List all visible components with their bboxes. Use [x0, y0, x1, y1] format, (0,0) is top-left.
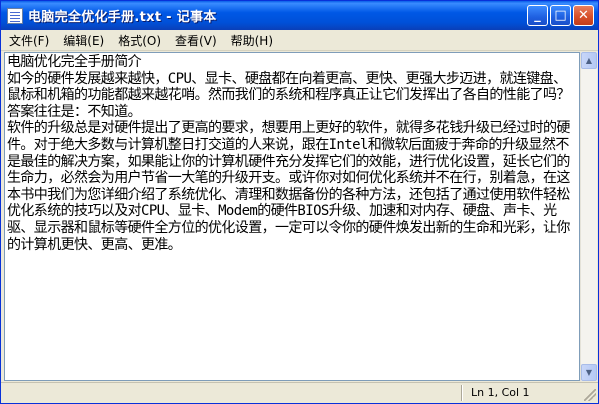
menu-view[interactable]: 查看(V): [169, 32, 223, 49]
vertical-scrollbar[interactable]: ▲ ▼: [580, 52, 597, 381]
scroll-up-icon[interactable]: ▲: [581, 52, 597, 69]
document-text[interactable]: 电脑优化完全手册简介 如今的硬件发展越来越快，CPU、显卡、硬盘都在向着更高、更…: [5, 53, 579, 254]
menu-edit[interactable]: 编辑(E): [57, 32, 110, 49]
menu-help[interactable]: 帮助(H): [225, 32, 279, 49]
cursor-position: Ln 1, Col 1: [471, 386, 530, 399]
title-bar[interactable]: 电脑完全优化手册.txt - 记事本 _ □ ✕: [1, 1, 598, 30]
close-button[interactable]: ✕: [573, 5, 594, 26]
window-title: 电脑完全优化手册.txt - 记事本: [28, 10, 217, 25]
status-divider: [461, 385, 462, 401]
status-bar: Ln 1, Col 1: [1, 382, 598, 403]
menu-file[interactable]: 文件(F): [3, 32, 55, 49]
notepad-window: 电脑完全优化手册.txt - 记事本 _ □ ✕ 文件(F) 编辑(E) 格式(…: [0, 0, 599, 404]
window-controls: _ □ ✕: [527, 5, 594, 26]
notepad-icon[interactable]: [7, 7, 23, 24]
menu-format[interactable]: 格式(O): [112, 32, 167, 49]
maximize-button[interactable]: □: [550, 5, 571, 26]
resize-grip-icon[interactable]: [584, 389, 596, 401]
scroll-down-icon[interactable]: ▼: [581, 364, 597, 381]
minimize-button[interactable]: _: [527, 5, 548, 26]
text-editor[interactable]: 电脑优化完全手册简介 如今的硬件发展越来越快，CPU、显卡、硬盘都在向着更高、更…: [4, 52, 580, 381]
menu-bar: 文件(F) 编辑(E) 格式(O) 查看(V) 帮助(H): [1, 30, 598, 51]
